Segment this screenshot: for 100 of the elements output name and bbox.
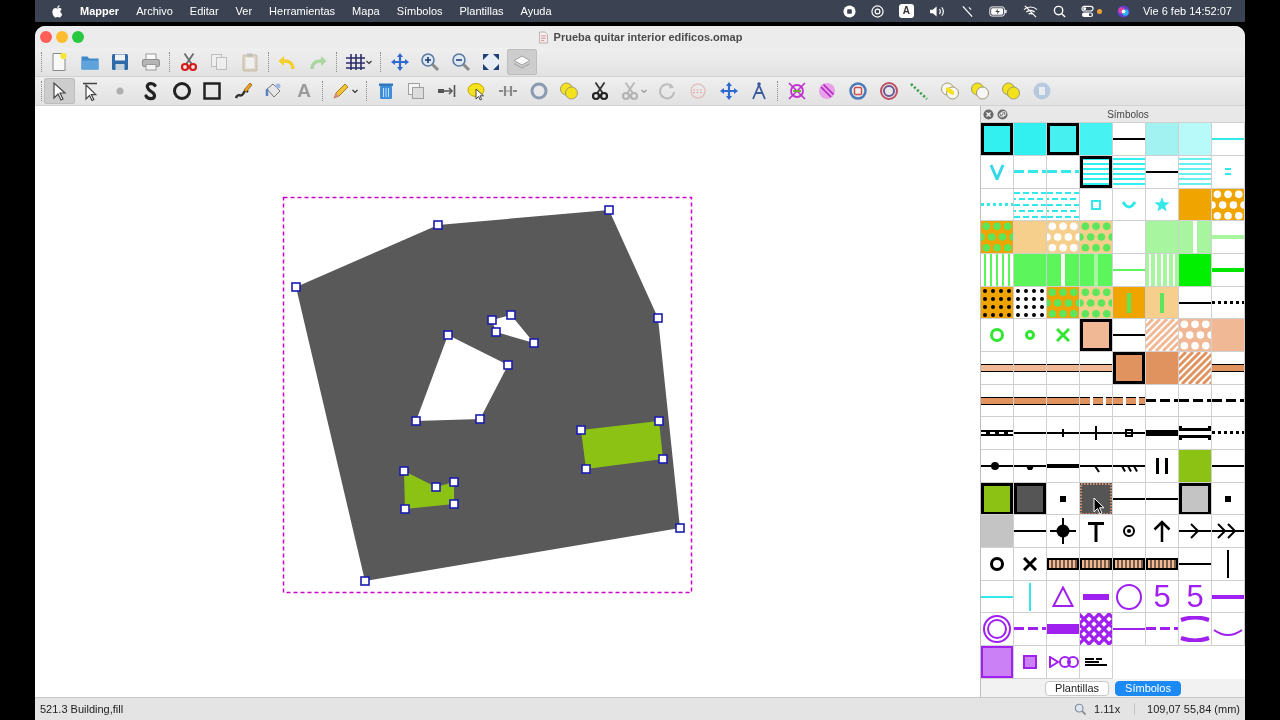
tick-line-icon[interactable]: [1113, 465, 1145, 473]
vertex-handle[interactable]: [529, 338, 539, 348]
magnifier-icon[interactable]: [1074, 703, 1087, 715]
dots-swatch-icon[interactable]: [1080, 221, 1112, 253]
ladder-icon[interactable]: [1113, 558, 1145, 570]
menu-item[interactable]: Editar: [189, 5, 219, 17]
vertex-handle[interactable]: [291, 282, 301, 292]
stop-recording-icon[interactable]: [842, 4, 856, 18]
edit-tool-button[interactable]: [44, 78, 75, 104]
fill-swatch-icon[interactable]: [1179, 254, 1211, 286]
panel-tab[interactable]: Símbolos: [1115, 680, 1181, 696]
orb-icon[interactable]: [1116, 4, 1130, 18]
fill-swatch-icon[interactable]: [1080, 123, 1112, 155]
vertex-handle[interactable]: [399, 466, 409, 476]
bar-swatch-icon[interactable]: [1080, 254, 1112, 286]
dots-swatch-icon[interactable]: [981, 221, 1013, 253]
dot-line-icon[interactable]: [981, 462, 1013, 470]
framed-swatch-icon[interactable]: [1014, 483, 1046, 514]
input-source-indicator[interactable]: A: [898, 4, 914, 18]
menu-item[interactable]: Símbolos: [396, 5, 443, 17]
framed-swatch-icon[interactable]: [1113, 352, 1145, 384]
fill-swatch-icon[interactable]: [1080, 483, 1112, 514]
text-symbol[interactable]: 5: [1146, 581, 1178, 612]
menu-item[interactable]: Ayuda: [520, 5, 552, 17]
apple-logo-icon[interactable]: [51, 4, 63, 18]
dotted-line-icon[interactable]: [1212, 301, 1244, 304]
fill-swatch-icon[interactable]: [1212, 319, 1244, 351]
crosshatch-icon[interactable]: [1080, 613, 1112, 645]
text-symbol[interactable]: 5: [1179, 581, 1211, 612]
bump-line-icon[interactable]: [1014, 465, 1046, 470]
target-icon[interactable]: [1123, 525, 1135, 537]
circle-icon[interactable]: [1116, 584, 1142, 610]
dots-swatch-icon[interactable]: [1212, 189, 1244, 220]
triangle-icon[interactable]: [1052, 586, 1074, 607]
dashed-line-icon[interactable]: [1146, 399, 1178, 402]
double-bar-icon[interactable]: [1156, 458, 1168, 474]
tick-line-icon[interactable]: [1047, 429, 1079, 437]
bow-tie-icon[interactable]: [1049, 656, 1079, 668]
ladder-icon[interactable]: [1080, 558, 1112, 570]
fill-swatch-icon[interactable]: [1014, 123, 1046, 155]
cross-icon[interactable]: [1023, 557, 1037, 571]
toggles-icon[interactable]: [1080, 4, 1094, 18]
dots-swatch-icon[interactable]: [1179, 319, 1211, 351]
vertex-handle[interactable]: [360, 576, 370, 586]
bar-swatch-icon[interactable]: [1179, 221, 1211, 253]
fill-swatch-icon[interactable]: [981, 515, 1013, 547]
bar-swatch-icon[interactable]: [1047, 254, 1079, 286]
curve-icon[interactable]: [1213, 629, 1243, 637]
fill-swatch-icon[interactable]: [1014, 254, 1046, 286]
bar-swatch-icon[interactable]: [1146, 287, 1178, 318]
menu-item[interactable]: Archivo: [136, 5, 173, 17]
t-shape-icon[interactable]: [1088, 522, 1104, 542]
railway-line-icon[interactable]: [981, 430, 1013, 436]
fill-swatch-icon[interactable]: [1179, 450, 1211, 482]
vertex-handle[interactable]: [654, 416, 664, 426]
dashed-line-icon[interactable]: [1212, 399, 1244, 402]
dots-swatch-icon[interactable]: [1047, 221, 1079, 253]
vertex-handle[interactable]: [411, 416, 421, 426]
dots-swatch-icon[interactable]: [1080, 287, 1112, 318]
bar-swatch-icon[interactable]: [1113, 287, 1145, 318]
double-circle-icon[interactable]: [983, 615, 1011, 643]
menu-item[interactable]: Herramientas: [269, 5, 336, 17]
framed-stripes-icon[interactable]: [1080, 156, 1112, 188]
vertex-handle[interactable]: [433, 220, 443, 230]
vertex-handle[interactable]: [675, 523, 685, 533]
menu-item[interactable]: Mapa: [352, 5, 380, 17]
fill-swatch-icon[interactable]: [1179, 189, 1211, 220]
dashed-band-icon[interactable]: [1113, 397, 1145, 405]
tick-line-icon[interactable]: [1080, 426, 1112, 440]
logo-icon[interactable]: [1085, 658, 1107, 666]
dashed-line-icon[interactable]: [1179, 399, 1211, 402]
framed-swatch-icon[interactable]: [981, 646, 1013, 678]
speaker-icon[interactable]: [928, 4, 946, 18]
vertex-handle[interactable]: [503, 360, 513, 370]
app-menu[interactable]: Mapper: [80, 5, 120, 17]
arrow-line-icon[interactable]: [1212, 523, 1244, 539]
ladder-icon[interactable]: [1146, 558, 1178, 570]
ring-icon[interactable]: [990, 557, 1004, 571]
slash-icon[interactable]: [960, 4, 974, 18]
fill-swatch-icon[interactable]: [1014, 221, 1046, 253]
fill-swatch-icon[interactable]: [1146, 352, 1178, 384]
vertex-handle[interactable]: [604, 205, 614, 215]
framed-swatch-icon[interactable]: [981, 123, 1013, 155]
search-icon[interactable]: [1052, 4, 1066, 18]
fill-swatch-icon[interactable]: [1146, 221, 1178, 253]
star-icon[interactable]: [1154, 197, 1170, 212]
square-line-icon[interactable]: [1113, 429, 1145, 437]
framed-swatch-icon[interactable]: [1080, 319, 1112, 351]
close-icon[interactable]: [983, 108, 994, 120]
framed-swatch-icon[interactable]: [1179, 483, 1211, 514]
vertex-handle[interactable]: [475, 414, 485, 424]
vertex-handle[interactable]: [400, 504, 410, 514]
vertex-handle[interactable]: [443, 330, 453, 340]
fill-swatch-icon[interactable]: [1179, 123, 1211, 155]
dotted-line-icon[interactable]: [1212, 431, 1244, 434]
vertex-handle[interactable]: [576, 425, 586, 435]
map-canvas[interactable]: [35, 106, 980, 697]
vertex-handle[interactable]: [658, 454, 668, 464]
menu-item[interactable]: Plantillas: [459, 5, 504, 17]
dashed-band-icon[interactable]: [1080, 397, 1112, 405]
